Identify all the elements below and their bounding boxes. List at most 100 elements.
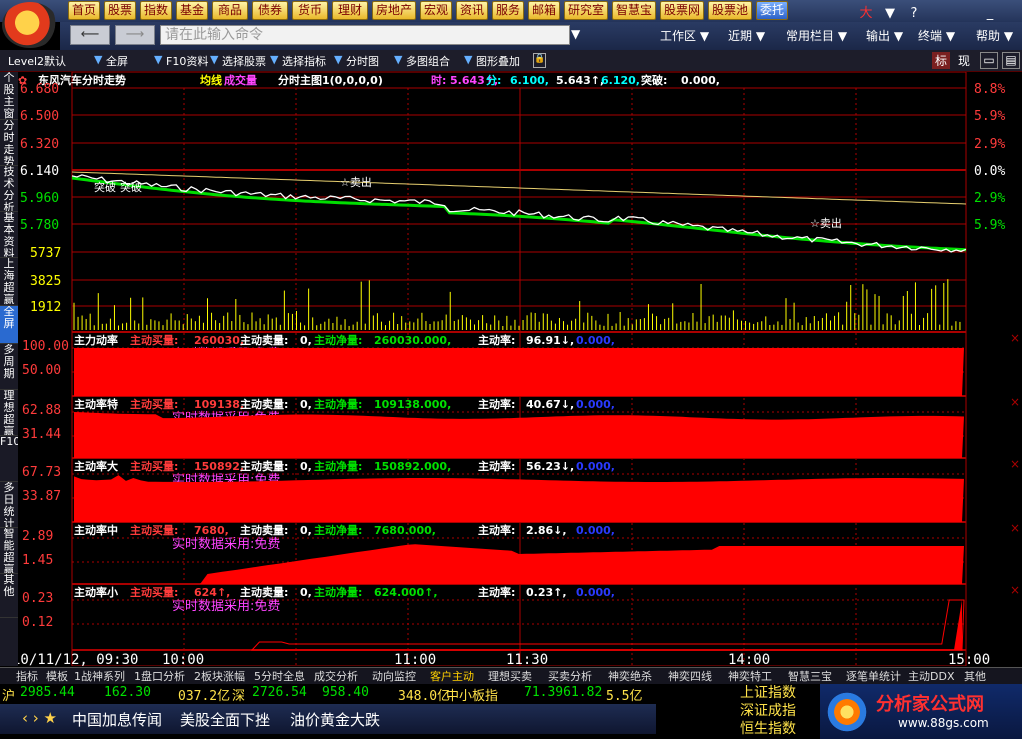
menu-1[interactable]: 首页	[68, 1, 100, 20]
index-link[interactable]: 恒生指数	[740, 720, 820, 738]
tool-2[interactable]: F10资料	[166, 53, 208, 69]
bottom-tab-16[interactable]: 主动DDX	[908, 669, 962, 684]
lock-icon[interactable]: 🔒	[533, 53, 546, 68]
left-tab-10[interactable]: 智能超赢	[0, 528, 18, 574]
menu-9[interactable]: 房地产	[372, 1, 416, 20]
index-label[interactable]: 中小板指	[446, 685, 498, 704]
tool-1[interactable]: 全屏	[106, 53, 128, 69]
tool-0[interactable]: Level2默认	[8, 53, 66, 69]
tool-dropdown-icon[interactable]: ▼	[270, 53, 278, 66]
index-link[interactable]: 深证成指	[740, 702, 820, 720]
tool-dropdown-icon[interactable]: ▼	[394, 53, 402, 66]
bottom-tab-4[interactable]: 2板块涨幅	[194, 669, 252, 684]
left-tab-5[interactable]: 全屏	[0, 306, 18, 344]
news-item[interactable]: 美股全面下挫	[180, 709, 270, 730]
menu-12[interactable]: 服务	[492, 1, 524, 20]
menu-7[interactable]: 货币	[292, 1, 328, 20]
tab-biao[interactable]: 标	[932, 52, 950, 69]
tool-6[interactable]: 多图组合	[406, 53, 450, 69]
news-item[interactable]: 油价黄金大跌	[290, 709, 380, 730]
left-tab-9[interactable]: 多日统计	[0, 482, 18, 528]
close-panel-icon[interactable]: ×	[1010, 583, 1020, 597]
menu-2[interactable]: 股票	[104, 1, 136, 20]
tab-xian[interactable]: 现	[955, 52, 973, 69]
panel-icon[interactable]: ▤	[1002, 52, 1020, 69]
menu-17[interactable]: 股票池	[708, 1, 752, 20]
menu-5[interactable]: 商品	[212, 1, 248, 20]
left-tab-7[interactable]: 理想超赢	[0, 390, 18, 436]
bottom-tab-14[interactable]: 智慧三宝	[788, 669, 844, 684]
back-button[interactable]: ⟵	[70, 25, 110, 45]
left-tab-3[interactable]: 基本资料	[0, 212, 18, 258]
close-panel-icon[interactable]: ×	[1010, 521, 1020, 535]
system-icon-3[interactable]: _	[982, 6, 998, 21]
bottom-tab-0[interactable]: 指标	[16, 669, 44, 684]
left-tab-6[interactable]: 多周期	[0, 344, 18, 390]
tool-dropdown-icon[interactable]: ▼	[464, 53, 472, 66]
menu-14[interactable]: 研究室	[564, 1, 608, 20]
tool-3[interactable]: 选择股票	[222, 53, 266, 69]
bottom-tab-3[interactable]: 1盘口分析	[134, 669, 192, 684]
system-icon-1[interactable]: ▼	[882, 6, 898, 21]
bottom-tab-5[interactable]: 5分时全息	[254, 669, 312, 684]
close-panel-icon[interactable]: ×	[1010, 457, 1020, 471]
index-link[interactable]: 上证指数	[740, 684, 820, 702]
forward-button[interactable]: ⟶	[115, 25, 155, 45]
tool-dropdown-icon[interactable]: ▼	[94, 53, 102, 66]
index-label[interactable]: 沪	[2, 685, 15, 704]
bottom-tab-13[interactable]: 神奕特工	[728, 669, 786, 684]
bottom-tab-6[interactable]: 成交分析	[314, 669, 370, 684]
news-item[interactable]: 中国加息传闻	[72, 709, 162, 730]
left-tab-1[interactable]: 分时走势	[0, 120, 18, 166]
left-tab-11[interactable]: 其他	[0, 574, 18, 618]
news-nav-icons[interactable]: ‹ › ★	[22, 709, 57, 727]
command-input[interactable]: 请在此输入命令	[160, 25, 570, 45]
menu-3[interactable]: 指数	[140, 1, 172, 20]
bottom-tab-12[interactable]: 神奕四线	[668, 669, 726, 684]
tool-7[interactable]: 图形叠加	[476, 53, 520, 69]
left-tab-0[interactable]: 个股主窗	[0, 72, 18, 120]
nav-menu-1[interactable]: 近期 ▼	[728, 27, 765, 44]
bottom-tab-9[interactable]: 理想买卖	[488, 669, 546, 684]
bottom-tab-11[interactable]: 神奕绝杀	[608, 669, 666, 684]
close-panel-icon[interactable]: ×	[1010, 395, 1020, 409]
nav-menu-0[interactable]: 工作区 ▼	[660, 27, 709, 44]
command-dropdown-icon[interactable]: ▼	[571, 27, 580, 41]
tool-5[interactable]: 分时图	[346, 53, 379, 69]
bottom-tab-2[interactable]: 1战神系列	[74, 669, 132, 684]
menu-16[interactable]: 股票网	[660, 1, 704, 20]
tool-dropdown-icon[interactable]: ▼	[210, 53, 218, 66]
nav-menu-5[interactable]: 帮助 ▼	[976, 27, 1013, 44]
system-icon-0[interactable]: 大	[858, 2, 874, 21]
menu-18[interactable]: 委托	[756, 1, 788, 20]
app-logo-icon[interactable]	[2, 2, 58, 48]
bottom-tab-7[interactable]: 动向监控	[372, 669, 428, 684]
bottom-tab-1[interactable]: 模板	[46, 669, 72, 684]
bottom-tab-10[interactable]: 买卖分析	[548, 669, 606, 684]
intraday-chart[interactable]: 东风汽车分时走势 均线 成交量 分时主图1(0,0,0,0) 时: 5.643↑,分: 6.…	[12, 71, 1022, 668]
menu-13[interactable]: 邮箱	[528, 1, 560, 20]
menu-11[interactable]: 资讯	[456, 1, 488, 20]
nav-menu-3[interactable]: 输出 ▼	[866, 27, 903, 44]
tool-dropdown-icon[interactable]: ▼	[154, 53, 162, 66]
nav-menu-2[interactable]: 常用栏目 ▼	[786, 27, 847, 44]
left-tab-8[interactable]: F10	[0, 436, 18, 482]
bottom-tab-8[interactable]: 客户主动	[430, 669, 486, 684]
tool-4[interactable]: 选择指标	[282, 53, 326, 69]
menu-6[interactable]: 债券	[252, 1, 288, 20]
index-label[interactable]: 深	[232, 685, 245, 704]
left-tab-2[interactable]: 技术分析	[0, 166, 18, 212]
menu-8[interactable]: 理财	[332, 1, 368, 20]
menu-4[interactable]: 基金	[176, 1, 208, 20]
bottom-tab-15[interactable]: 逐笔单统计	[846, 669, 906, 684]
brand-banner[interactable]: 分析家公式网 www.88gs.com	[820, 684, 1022, 739]
bottom-tab-17[interactable]: 其他	[964, 669, 998, 684]
menu-10[interactable]: 宏观	[420, 1, 452, 20]
window-icon[interactable]: ▭	[980, 52, 998, 69]
tool-dropdown-icon[interactable]: ▼	[334, 53, 342, 66]
nav-menu-4[interactable]: 终端 ▼	[918, 27, 955, 44]
close-panel-icon[interactable]: ×	[1010, 331, 1020, 345]
system-icon-2[interactable]: ?	[906, 6, 922, 21]
menu-15[interactable]: 智慧宝	[612, 1, 656, 20]
left-tab-4[interactable]: 上海超赢	[0, 258, 18, 306]
